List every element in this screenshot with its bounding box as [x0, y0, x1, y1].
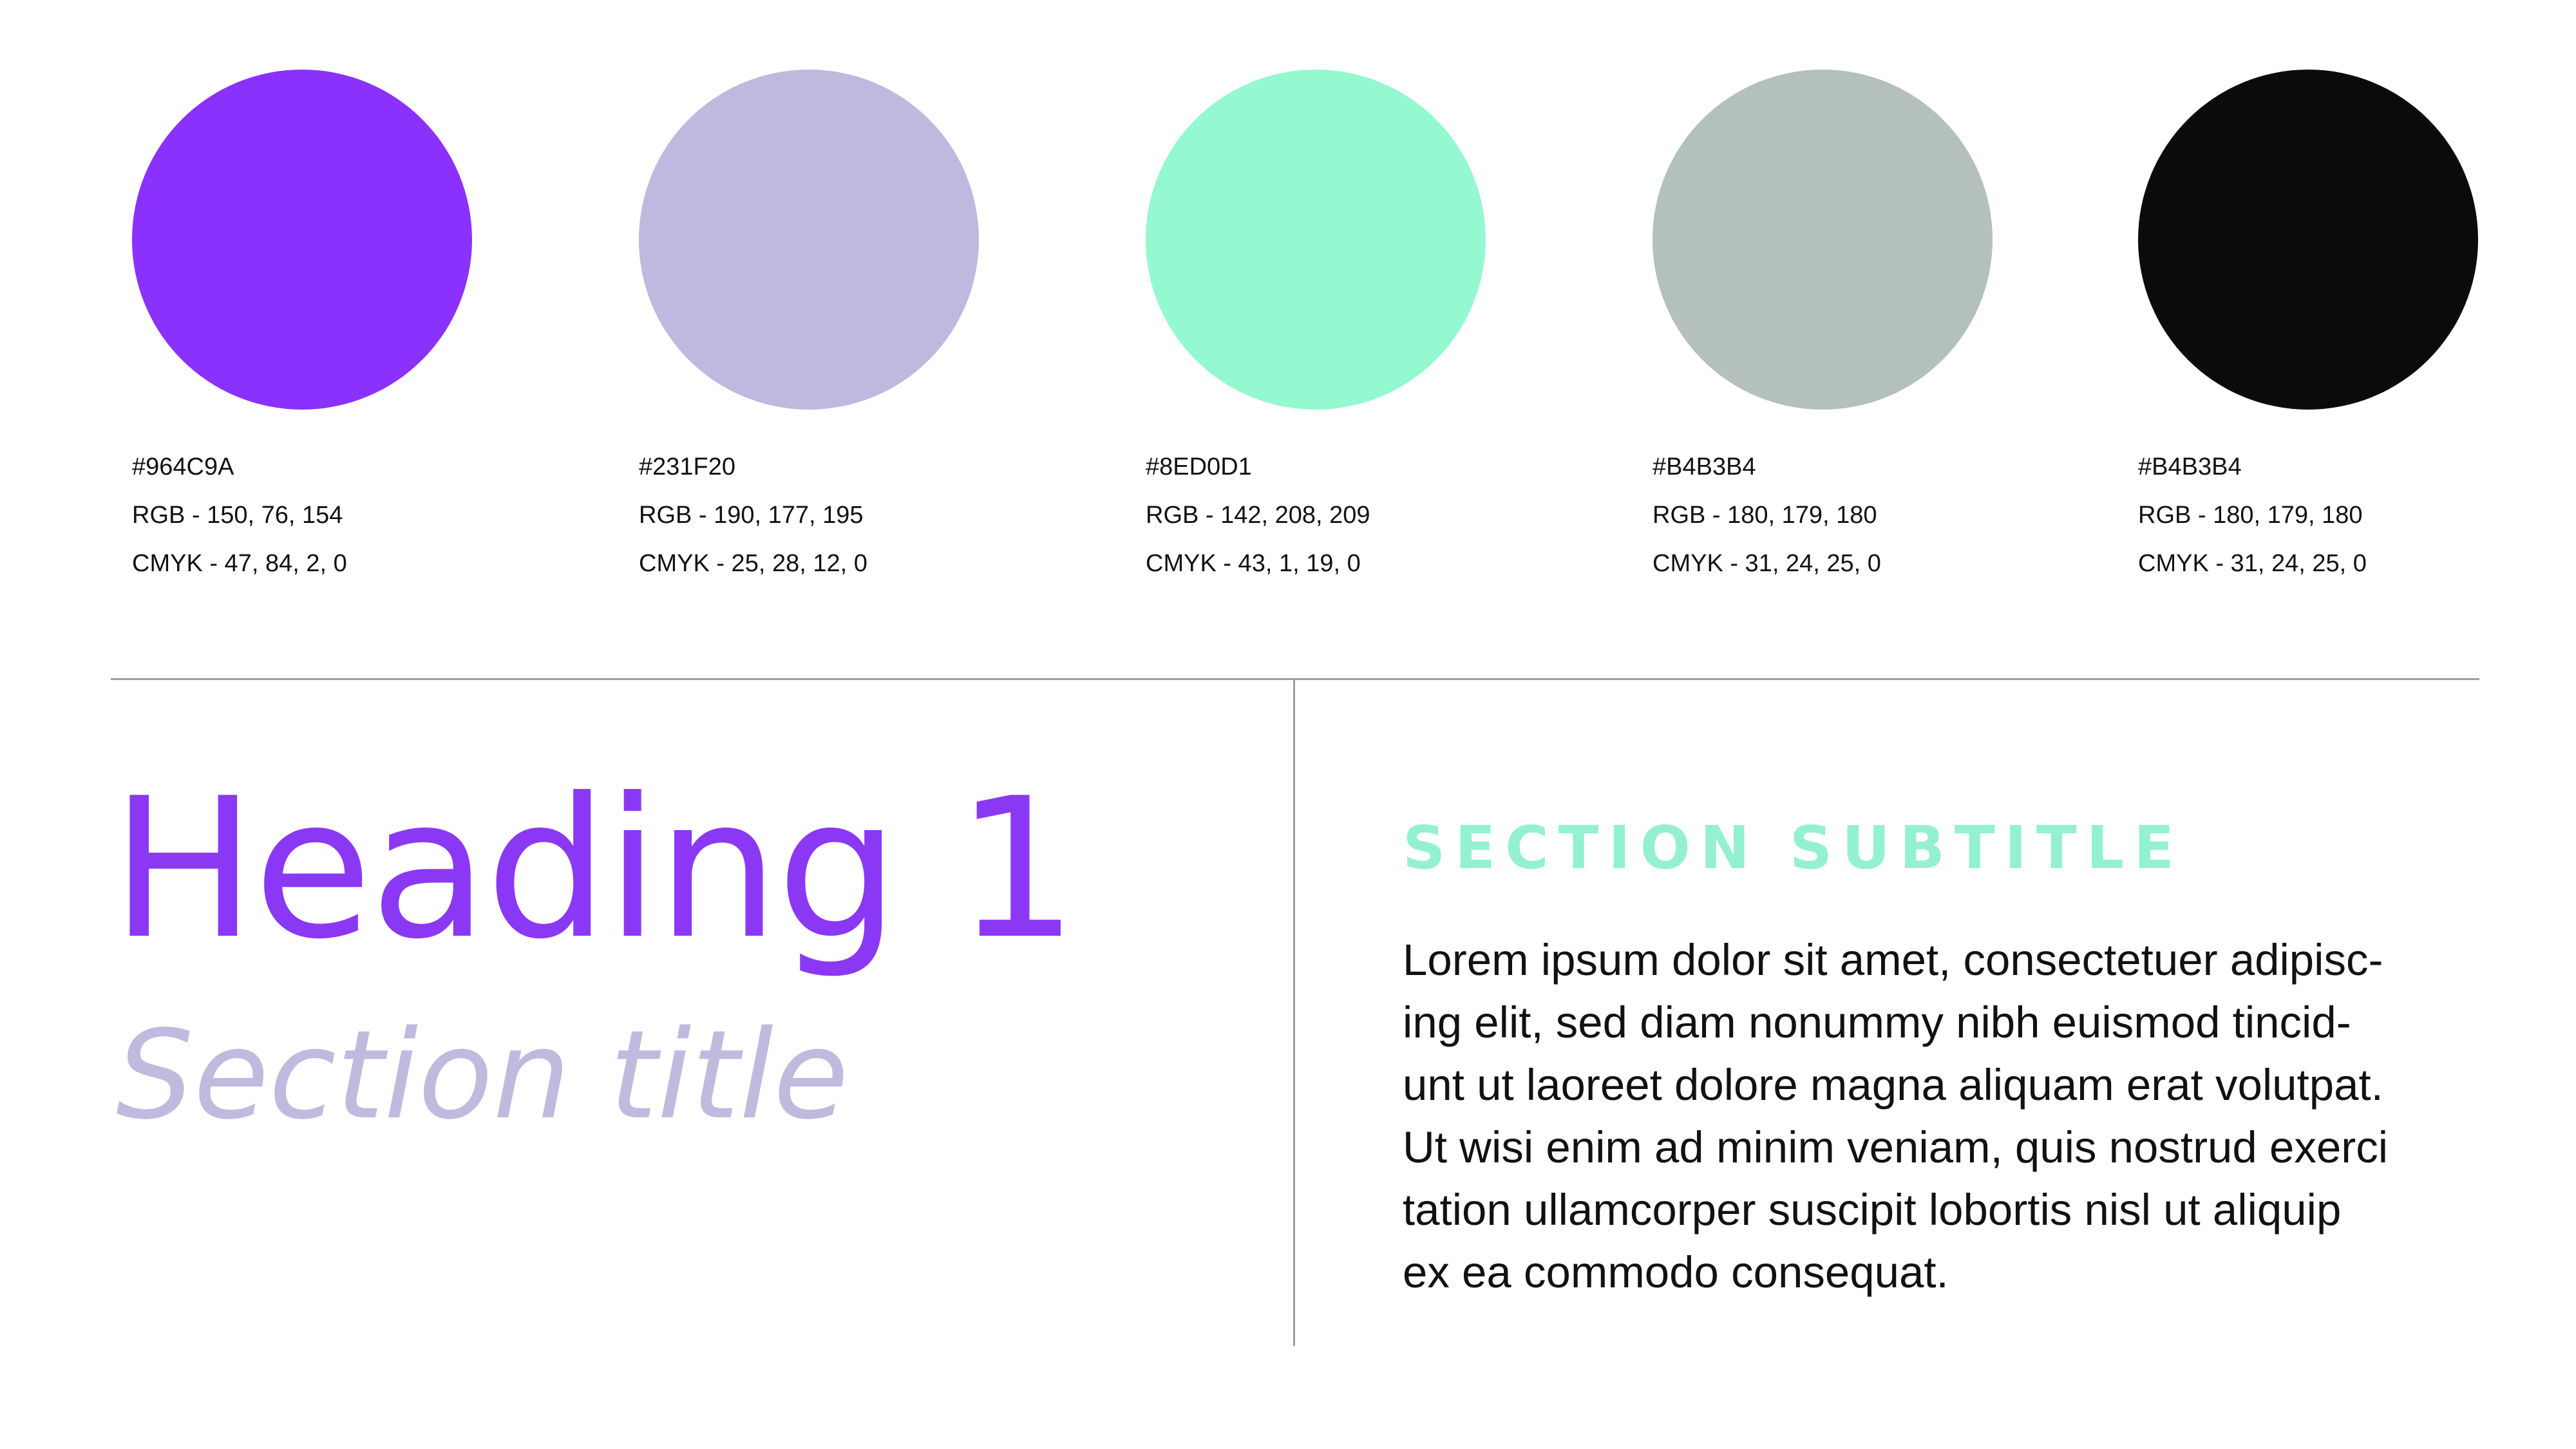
swatch-info: #B4B3B4 RGB - 180, 179, 180 CMYK - 31, 2…	[2138, 443, 2499, 588]
color-palette: #964C9A RGB - 150, 76, 154 CMYK - 47, 84…	[0, 0, 2576, 618]
color-circle	[132, 70, 472, 410]
heading-1-sample: Heading 1	[111, 757, 1079, 981]
color-circle	[2138, 70, 2478, 410]
rgb-value: RGB - 150, 76, 154	[132, 502, 343, 529]
body-line: ing elit, sed diam nonummy nibh euismod …	[1403, 998, 2351, 1047]
cmyk-value: CMYK - 31, 24, 25, 0	[2138, 550, 2367, 577]
cmyk-value: CMYK - 31, 24, 25, 0	[1653, 550, 1881, 577]
swatch-2: #231F20 RGB - 190, 177, 195 CMYK - 25, 2…	[639, 70, 999, 588]
cmyk-value: CMYK - 25, 28, 12, 0	[639, 550, 867, 577]
swatch-info: #B4B3B4 RGB - 180, 179, 180 CMYK - 31, 2…	[1653, 443, 2013, 588]
body-line: Ut wisi enim ad minim veniam, quis nostr…	[1403, 1122, 2389, 1172]
hex-code: #8ED0D1	[1146, 453, 1252, 480]
rgb-value: RGB - 190, 177, 195	[639, 502, 864, 529]
swatch-4: #B4B3B4 RGB - 180, 179, 180 CMYK - 31, 2…	[1653, 70, 2013, 588]
horizontal-divider	[111, 678, 2479, 680]
hex-code: #B4B3B4	[1653, 453, 1756, 480]
swatch-info: #964C9A RGB - 150, 76, 154 CMYK - 47, 84…	[132, 443, 493, 588]
swatch-info: #8ED0D1 RGB - 142, 208, 209 CMYK - 43, 1…	[1146, 443, 1506, 588]
rgb-value: RGB - 180, 179, 180	[2138, 502, 2363, 529]
body-line: tation ullamcorper suscipit lobortis nis…	[1403, 1185, 2342, 1235]
cmyk-value: CMYK - 47, 84, 2, 0	[132, 550, 347, 577]
rgb-value: RGB - 180, 179, 180	[1653, 502, 1877, 529]
swatch-3: #8ED0D1 RGB - 142, 208, 209 CMYK - 43, 1…	[1146, 70, 1506, 588]
body-line: unt ut laoreet dolore magna aliquam erat…	[1403, 1060, 2383, 1110]
body-line: ex ea commodo consequat.	[1403, 1247, 1949, 1297]
section-title-sample: Section title	[116, 1004, 849, 1146]
vertical-divider	[1293, 680, 1295, 1346]
body-text-sample: Lorem ipsum dolor sit amet, consectetuer…	[1403, 929, 2497, 1303]
hex-code: #B4B3B4	[2138, 453, 2242, 480]
swatch-1: #964C9A RGB - 150, 76, 154 CMYK - 47, 84…	[132, 70, 493, 588]
hex-code: #964C9A	[132, 453, 234, 480]
color-circle	[1653, 70, 1993, 410]
body-line: Lorem ipsum dolor sit amet, consectetuer…	[1403, 935, 2383, 985]
swatch-info: #231F20 RGB - 190, 177, 195 CMYK - 25, 2…	[639, 443, 999, 588]
section-subtitle-sample: SECTION SUBTITLE	[1403, 813, 2184, 882]
swatch-5: #B4B3B4 RGB - 180, 179, 180 CMYK - 31, 2…	[2138, 70, 2499, 588]
cmyk-value: CMYK - 43, 1, 19, 0	[1146, 550, 1361, 577]
hex-code: #231F20	[639, 453, 736, 480]
color-circle	[639, 70, 979, 410]
color-circle	[1146, 70, 1486, 410]
rgb-value: RGB - 142, 208, 209	[1146, 502, 1370, 529]
